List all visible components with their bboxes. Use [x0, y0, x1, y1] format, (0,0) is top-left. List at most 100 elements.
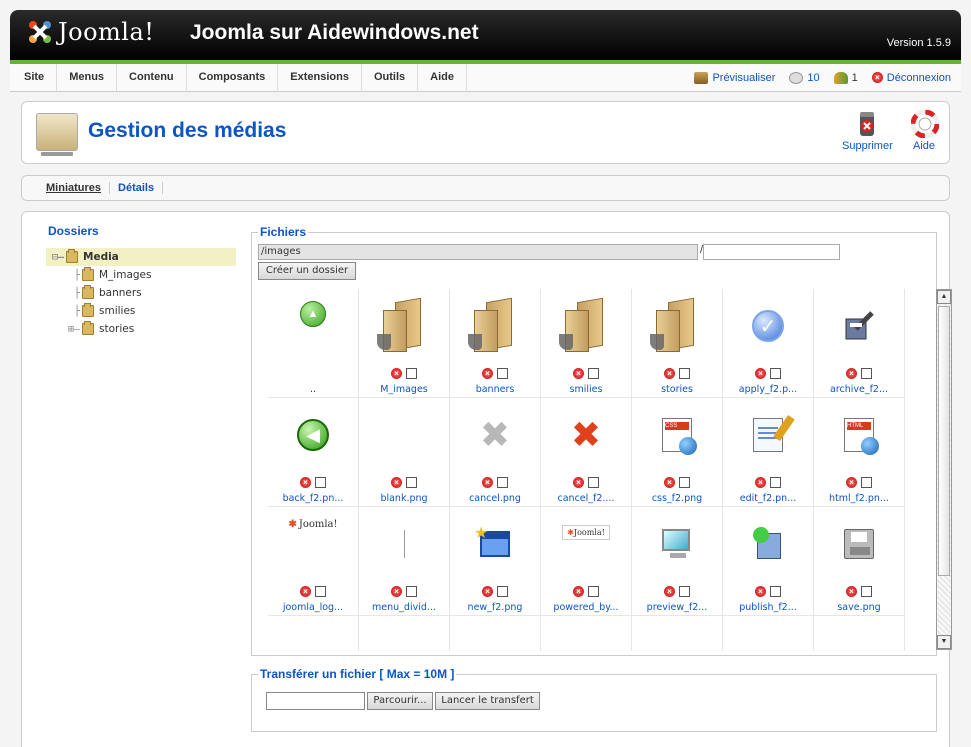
file-item[interactable]	[268, 616, 359, 651]
file-item-name[interactable]: blank.png	[359, 493, 449, 504]
file-item[interactable]: ◀ × back_f2.pn...	[268, 398, 359, 507]
scroll-down-button[interactable]: ▼	[937, 635, 951, 649]
file-item-name[interactable]: edit_f2.pn...	[723, 493, 813, 504]
select-file-checkbox[interactable]	[406, 476, 417, 488]
delete-file-icon[interactable]: ×	[664, 367, 675, 379]
file-item[interactable]	[814, 616, 905, 651]
tree-node[interactable]: ⊟– Media	[46, 248, 236, 266]
select-file-checkbox[interactable]	[861, 476, 872, 488]
delete-file-icon[interactable]: ×	[573, 367, 584, 379]
file-item[interactable]: ✖ × cancel_f2....	[541, 398, 632, 507]
file-item-name[interactable]: cancel_f2....	[541, 493, 631, 504]
delete-file-icon[interactable]: ×	[846, 585, 857, 597]
menu-site[interactable]: Site	[10, 64, 58, 91]
preview-link[interactable]: Prévisualiser	[694, 71, 775, 84]
menu-aide[interactable]: Aide	[418, 64, 467, 91]
select-file-checkbox[interactable]	[406, 367, 417, 379]
delete-file-icon[interactable]: ×	[755, 476, 766, 488]
file-item-name[interactable]: banners	[450, 384, 540, 395]
upload-file-input[interactable]	[266, 692, 365, 710]
file-grid-scrollbar[interactable]: ▲ ▼	[936, 289, 952, 650]
delete-file-icon[interactable]: ×	[846, 476, 857, 488]
delete-file-icon[interactable]: ×	[664, 476, 675, 488]
tab-details[interactable]: Détails	[110, 182, 164, 194]
menu-contenu[interactable]: Contenu	[117, 64, 187, 91]
delete-file-icon[interactable]: ×	[482, 585, 493, 597]
select-file-checkbox[interactable]	[770, 367, 781, 379]
file-item-name[interactable]: css_f2.png	[632, 493, 722, 504]
cancel-grey-icon[interactable]: ✖	[450, 398, 540, 472]
monitor-icon[interactable]	[632, 507, 722, 581]
file-item-name[interactable]: new_f2.png	[450, 602, 540, 613]
file-item-name[interactable]: back_f2.pn...	[268, 493, 358, 504]
select-file-checkbox[interactable]	[770, 585, 781, 597]
file-item-name[interactable]: html_f2.pn...	[814, 493, 904, 504]
file-item[interactable]: × banners	[450, 289, 541, 398]
file-item[interactable]: × archive_f2...	[814, 289, 905, 398]
logout-link[interactable]: × Déconnexion	[871, 72, 951, 84]
checkmark-icon[interactable]: ✓	[723, 289, 813, 363]
file-item[interactable]: × M_images	[359, 289, 450, 398]
delete-file-icon[interactable]: ×	[391, 585, 402, 597]
select-file-checkbox[interactable]	[679, 367, 690, 379]
file-item[interactable]: × smilies	[541, 289, 632, 398]
select-file-checkbox[interactable]	[588, 476, 599, 488]
file-item[interactable]: ✱ Joomla! × joomla_log...	[268, 507, 359, 616]
delete-button[interactable]: Supprimer	[842, 110, 893, 152]
browse-button[interactable]: Parcourir...	[367, 692, 433, 710]
blank-icon[interactable]	[359, 398, 449, 472]
file-item[interactable]: ★ × new_f2.png	[450, 507, 541, 616]
file-item-name[interactable]: M_images	[359, 384, 449, 395]
expand-toggle-icon[interactable]: ⊟–	[46, 252, 66, 263]
file-item-name[interactable]: smilies	[541, 384, 631, 395]
file-item[interactable]: × save.png	[814, 507, 905, 616]
file-item-name[interactable]: ..	[268, 384, 358, 395]
file-item[interactable]	[723, 616, 814, 651]
delete-file-icon[interactable]: ×	[846, 367, 857, 379]
file-item[interactable]: × preview_f2...	[632, 507, 723, 616]
select-file-checkbox[interactable]	[497, 476, 508, 488]
folder-icon[interactable]	[359, 289, 449, 363]
file-item-name[interactable]: apply_f2.p...	[723, 384, 813, 395]
save-icon[interactable]	[814, 507, 904, 581]
select-file-checkbox[interactable]	[679, 476, 690, 488]
html-icon[interactable]: HTML	[814, 398, 904, 472]
file-item[interactable]: × stories	[632, 289, 723, 398]
scroll-up-button[interactable]: ▲	[937, 290, 951, 304]
tree-node[interactable]: ├ M_images	[46, 266, 236, 284]
file-item[interactable]: × menu_divid...	[359, 507, 450, 616]
menu-extensions[interactable]: Extensions	[278, 64, 362, 91]
tree-node[interactable]: ├ smilies	[46, 302, 236, 320]
scroll-thumb[interactable]	[938, 306, 950, 576]
file-item[interactable]: CSS × css_f2.png	[632, 398, 723, 507]
select-file-checkbox[interactable]	[588, 585, 599, 597]
file-item[interactable]	[541, 616, 632, 651]
file-item-name[interactable]: menu_divid...	[359, 602, 449, 613]
current-path-field[interactable]: /images	[258, 244, 698, 260]
new-window-icon[interactable]: ★	[450, 507, 540, 581]
new-folder-input[interactable]	[703, 244, 840, 260]
delete-file-icon[interactable]: ×	[573, 585, 584, 597]
create-folder-button[interactable]: Créer un dossier	[258, 262, 356, 280]
file-item[interactable]: ✖ × cancel.png	[450, 398, 541, 507]
select-file-checkbox[interactable]	[588, 367, 599, 379]
select-file-checkbox[interactable]	[406, 585, 417, 597]
file-item[interactable]: ▲..	[268, 289, 359, 398]
file-item-name[interactable]: stories	[632, 384, 722, 395]
file-item-name[interactable]: publish_f2...	[723, 602, 813, 613]
css-icon[interactable]: CSS	[632, 398, 722, 472]
file-item[interactable]: × blank.png	[359, 398, 450, 507]
file-item[interactable]: ✓ × apply_f2.p...	[723, 289, 814, 398]
delete-file-icon[interactable]: ×	[482, 367, 493, 379]
file-item[interactable]: HTML × html_f2.pn...	[814, 398, 905, 507]
tree-node[interactable]: ├ banners	[46, 284, 236, 302]
delete-file-icon[interactable]: ×	[391, 367, 402, 379]
delete-file-icon[interactable]: ×	[664, 585, 675, 597]
delete-file-icon[interactable]: ×	[755, 367, 766, 379]
file-item-name[interactable]: cancel.png	[450, 493, 540, 504]
cancel-red-icon[interactable]: ✖	[541, 398, 631, 472]
delete-file-icon[interactable]: ×	[300, 585, 311, 597]
help-button[interactable]: Aide	[910, 109, 940, 152]
select-file-checkbox[interactable]	[315, 585, 326, 597]
file-item[interactable]: × edit_f2.pn...	[723, 398, 814, 507]
